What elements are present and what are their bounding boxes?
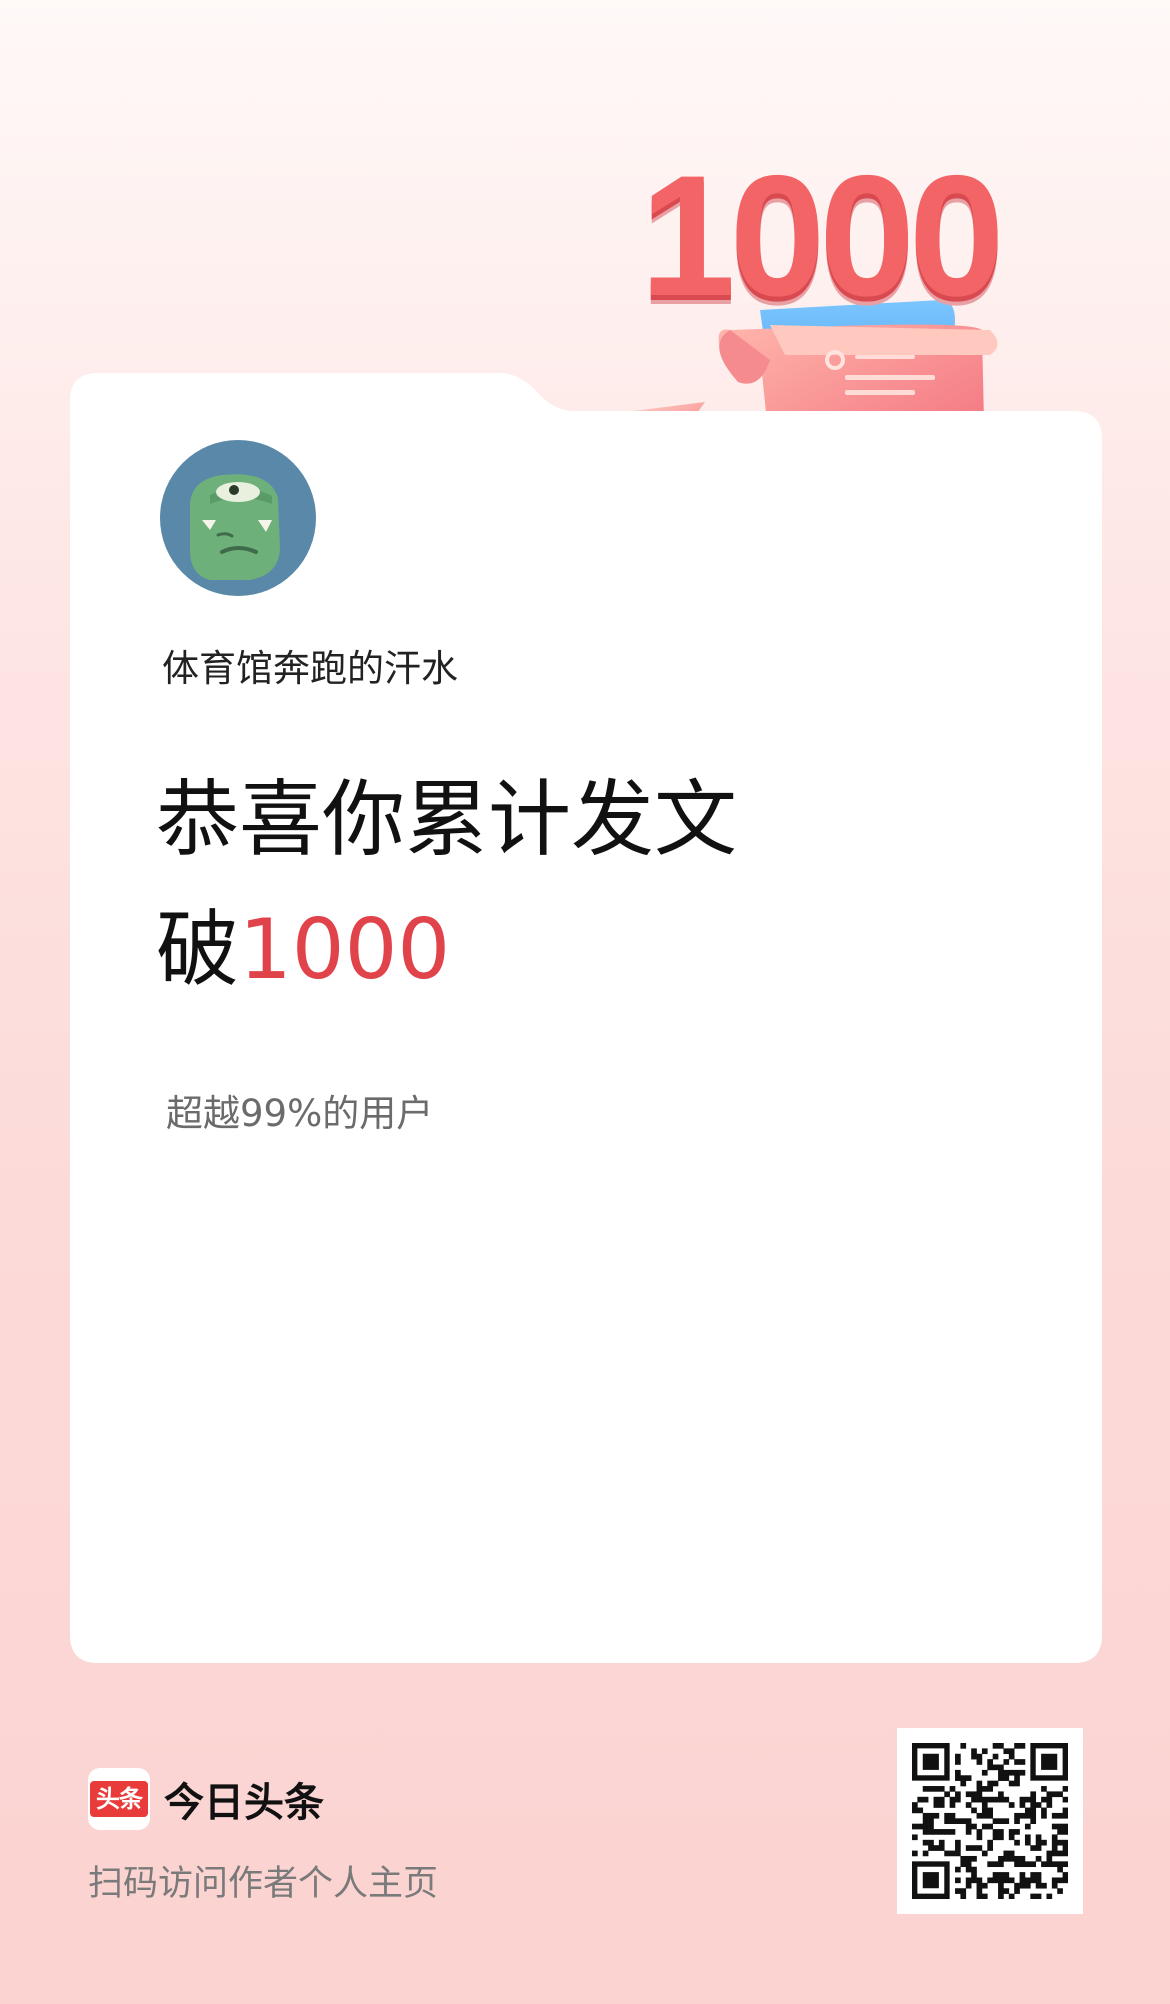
app-logo: 头条 今日头条 [88, 1768, 324, 1830]
milestone-number: 1000 [640, 140, 1005, 332]
avatar[interactable] [160, 440, 316, 596]
headline-line2: 破1000 [156, 908, 450, 991]
scan-hint: 扫码访问作者个人主页 [88, 1864, 439, 1904]
app-name: 今日头条 [164, 1780, 324, 1826]
achievement-card: 体育馆奔跑的汗水 恭喜你累计发文 破1000 超越99%的用户 [70, 373, 1102, 1663]
monster-avatar-icon [160, 440, 316, 596]
headline-line1: 恭喜你累计发文 [156, 771, 737, 868]
username: 体育馆奔跑的汗水 [162, 647, 458, 690]
qr-code-icon [912, 1743, 1068, 1899]
qr-code[interactable] [897, 1728, 1083, 1914]
milestone-poster: { "hero": { "number": "1000" }, "card": … [0, 0, 1170, 2004]
rank-text: 超越99%的用户 [166, 1092, 434, 1135]
logo-badge-text: 头条 [90, 1781, 148, 1817]
headline-prefix: 破 [156, 901, 239, 998]
headline-count: 1000 [239, 901, 451, 998]
toutiao-logo-icon: 头条 [88, 1768, 150, 1830]
